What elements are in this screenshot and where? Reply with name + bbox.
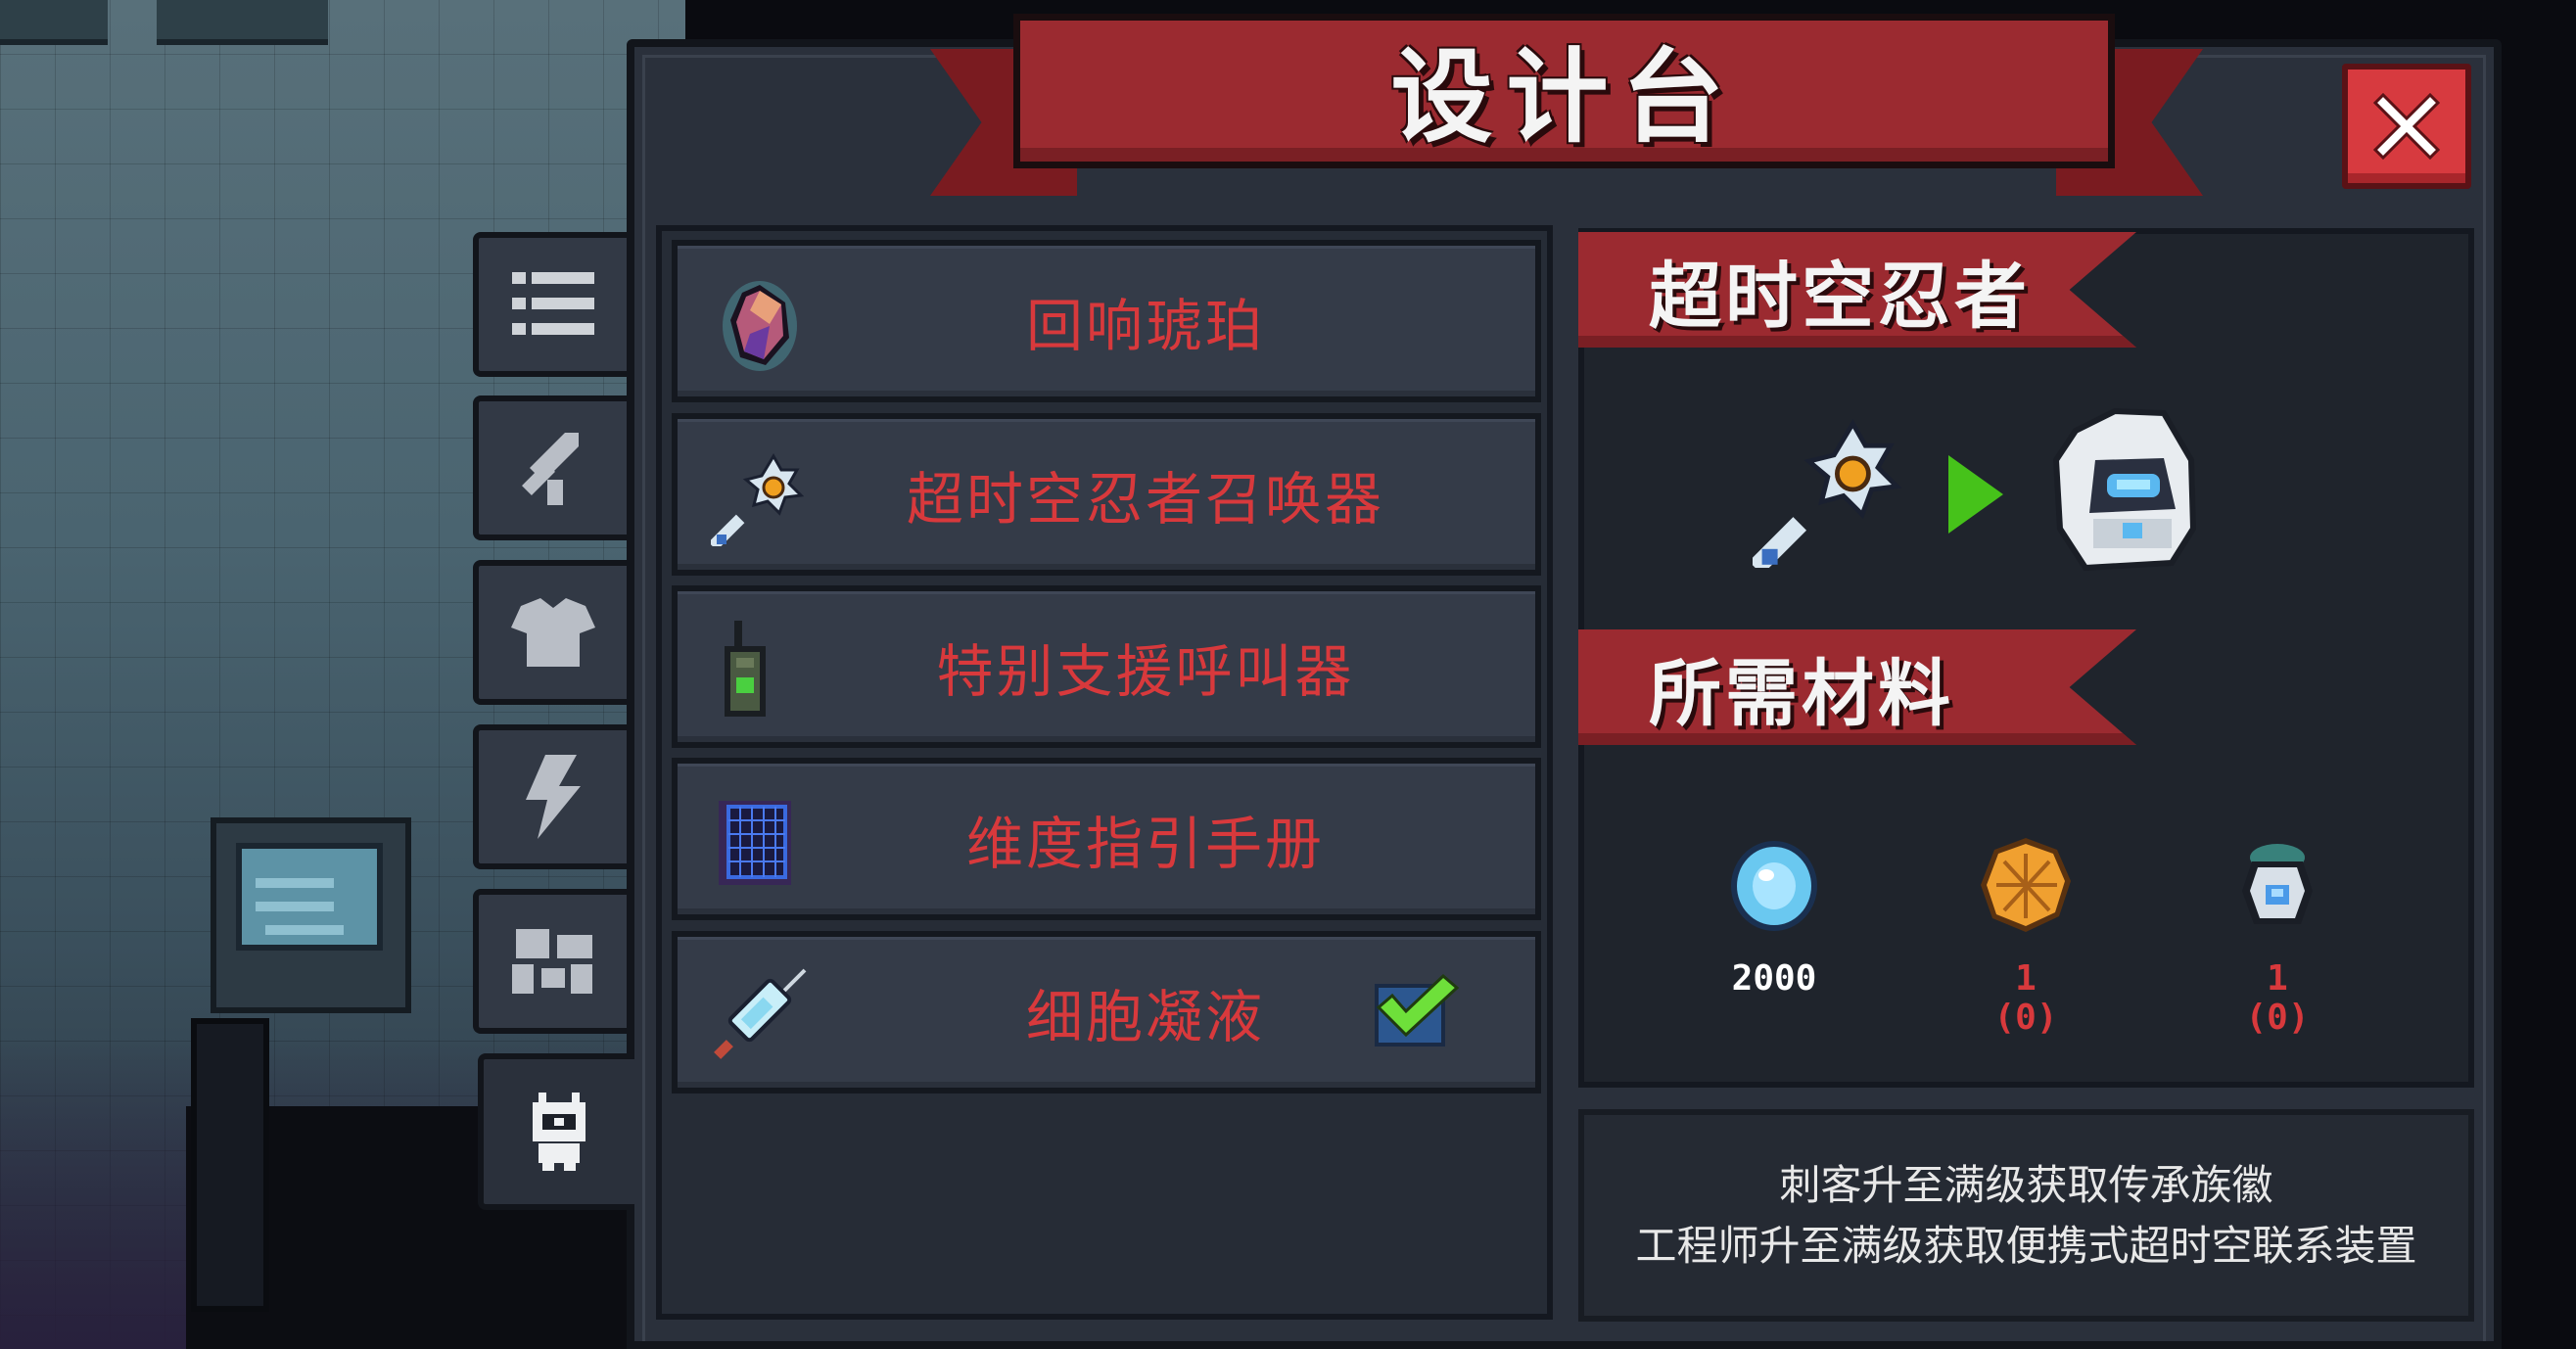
lightning-icon xyxy=(525,755,581,839)
list-item-dimension-guide[interactable]: 维度指引手册 xyxy=(672,758,1541,920)
wall-tile xyxy=(0,0,108,45)
weapon-icon xyxy=(521,433,579,505)
list-item-ninja-summoner[interactable]: 超时空忍者召唤器 xyxy=(672,413,1541,576)
material-count: 1 xyxy=(2015,958,2037,999)
tab-weapons[interactable] xyxy=(473,395,627,540)
amber-gem-icon xyxy=(723,281,797,371)
tab-summons[interactable] xyxy=(478,1053,634,1210)
scepter-icon xyxy=(1753,419,1902,568)
materials-title: 所需材料 xyxy=(1649,651,1954,736)
list-item-cell-gel[interactable]: 细胞凝液 xyxy=(672,931,1541,1093)
item-name: 超时空忍者 xyxy=(1649,254,2031,339)
list-item-echo-amber[interactable]: 回响琥珀 xyxy=(672,240,1541,402)
scepter-icon xyxy=(711,453,805,546)
computer-terminal xyxy=(211,817,411,1013)
material-count: 2000 xyxy=(1731,958,1817,999)
dark-pillar xyxy=(191,1018,269,1312)
summon-character-icon xyxy=(533,1093,585,1171)
recipe-label: 维度指引手册 xyxy=(965,811,1325,877)
close-button[interactable] xyxy=(2342,64,2471,189)
unlock-description: 刺客升至满级获取传承族徽 工程师升至满级获取便携式超时空联系装置 xyxy=(1578,1109,2474,1322)
checkmark-icon xyxy=(1376,974,1460,1038)
item-name-ribbon: 超时空忍者 xyxy=(1578,232,2136,348)
recipe-label: 回响琥珀 xyxy=(1025,293,1265,359)
description-line: 工程师升至满级获取便携式超时空联系装置 xyxy=(1635,1221,2417,1270)
transform-arrow-icon xyxy=(1948,455,2003,534)
title-ribbon: 设计台 xyxy=(1013,14,2115,168)
wall-tile xyxy=(157,0,328,45)
gold-coin-icon xyxy=(1981,838,2071,932)
unlocked-checkbox xyxy=(1375,974,1460,1047)
tab-list[interactable] xyxy=(473,232,627,377)
recipe-label: 超时空忍者召唤器 xyxy=(906,466,1384,533)
grid-book-icon xyxy=(719,801,791,885)
list-icon xyxy=(511,272,594,335)
robot-icon xyxy=(511,929,592,994)
tab-armor[interactable] xyxy=(473,560,627,705)
mech-part-icon xyxy=(2242,844,2313,924)
blue-gem-icon xyxy=(1731,841,1817,931)
description-line: 刺客升至满级获取传承族徽 xyxy=(1779,1160,2273,1209)
walkie-talkie-icon xyxy=(725,621,766,717)
material-owned: (0) xyxy=(2245,998,2310,1038)
armor-icon xyxy=(510,598,595,667)
recipe-label: 特别支援呼叫器 xyxy=(936,638,1355,705)
tab-mechs[interactable] xyxy=(473,889,627,1034)
close-icon xyxy=(2372,92,2441,161)
material-count: 1 xyxy=(2267,958,2288,999)
material-owned: (0) xyxy=(1993,998,2058,1038)
tab-skills[interactable] xyxy=(473,724,627,869)
list-item-support-caller[interactable]: 特别支援呼叫器 xyxy=(672,585,1541,748)
page-title: 设计台 xyxy=(1390,36,1738,157)
ninja-character-icon xyxy=(2052,407,2197,572)
terminal-screen xyxy=(236,843,383,951)
syringe-icon xyxy=(714,968,807,1059)
materials-ribbon: 所需材料 xyxy=(1578,629,2136,745)
